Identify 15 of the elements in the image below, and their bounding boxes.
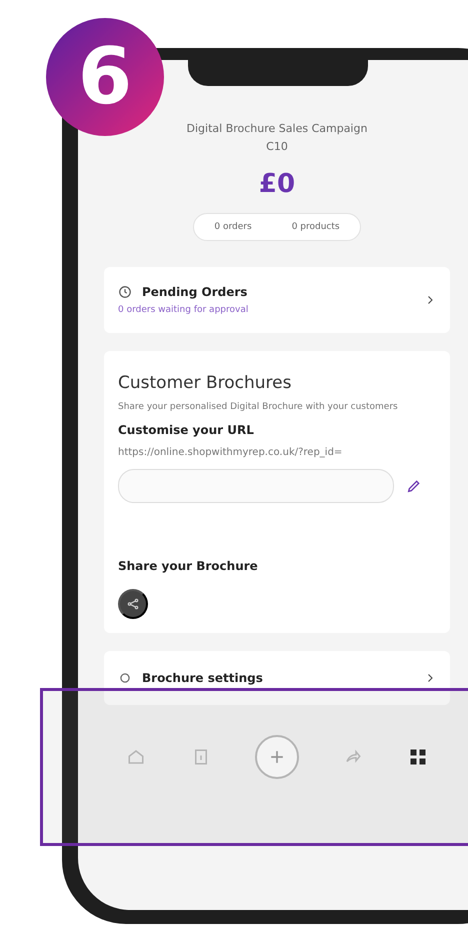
brochure-settings-card[interactable]: Brochure settings — [104, 650, 450, 705]
stat-label: 0 orders — [213, 221, 253, 234]
section-description: Share your personalised Digital Brochure with your customers — [118, 401, 399, 414]
campaign-total: £0 — [258, 169, 296, 200]
share-heading: Share your Brochure — [118, 558, 259, 573]
pending-orders-card[interactable]: Pending Orders 0 orders waiting for approval — [104, 267, 450, 334]
campaign-title: Digital Brochure Sales Campaign C10 — [186, 121, 368, 155]
pending-orders-title: Pending Orders — [142, 285, 248, 300]
section-title: Customer Brochures — [118, 373, 292, 394]
pending-orders-subtitle: 0 orders waiting for approval — [118, 305, 248, 316]
url-heading: Customise your URL — [118, 422, 255, 437]
step-badge: 6 — [46, 18, 164, 136]
url-text: https://online.shopwithmyrep.co.uk/?rep_id= — [118, 446, 344, 460]
stat-label: 0 products — [290, 221, 341, 234]
brochure-settings-title: Brochure settings — [142, 670, 263, 685]
